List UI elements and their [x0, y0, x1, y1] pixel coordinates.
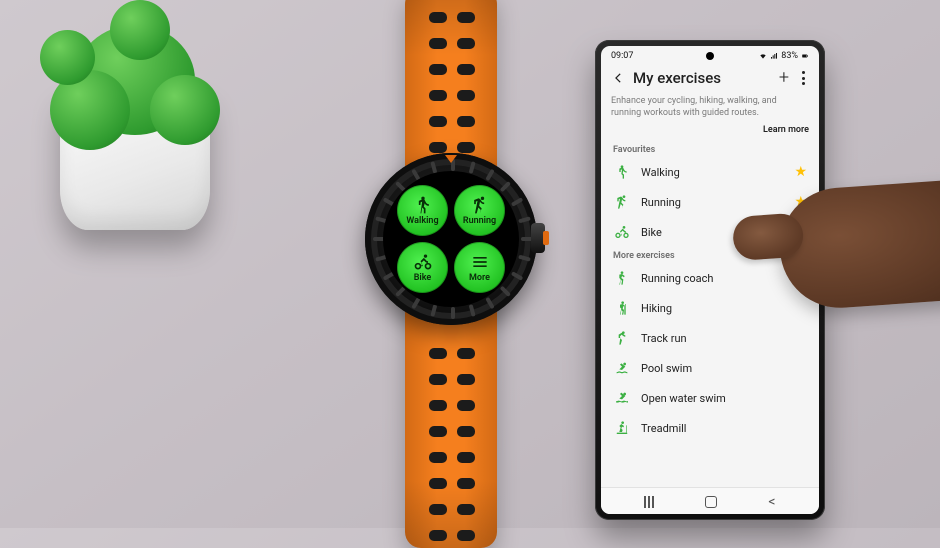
back-icon[interactable] — [611, 71, 625, 85]
exercise-row-treadmill[interactable]: Treadmill — [601, 413, 819, 443]
overflow-menu-icon[interactable] — [797, 71, 809, 85]
watch-body: Walking Running Bike More — [365, 153, 537, 325]
swim-icon — [613, 359, 631, 377]
exercise-label: Treadmill — [641, 422, 807, 435]
run-icon — [470, 195, 490, 215]
status-battery: 83% — [781, 51, 798, 61]
nav-home-button[interactable] — [705, 496, 717, 508]
watch-app-label: Walking — [406, 216, 438, 226]
exercise-label: Walking — [641, 166, 784, 179]
signal-icon — [770, 52, 778, 60]
exercise-label: Track run — [641, 332, 807, 345]
more-icon — [470, 252, 490, 272]
nav-recents-button[interactable] — [644, 496, 654, 508]
guided-routes-info: Enhance your cycling, hiking, walking, a… — [611, 95, 809, 119]
plant-pot — [60, 90, 210, 230]
exercise-label: Pool swim — [641, 362, 807, 375]
exercise-row-hiking[interactable]: Hiking — [601, 293, 819, 323]
app-bar: My exercises + — [601, 63, 819, 91]
wifi-icon — [759, 52, 767, 60]
nav-back-button[interactable]: < — [768, 494, 775, 510]
treadmill-icon — [613, 419, 631, 437]
coach-icon — [613, 269, 631, 287]
watch-app-label: Running — [463, 216, 496, 226]
exercise-row-walking[interactable]: Walking ★ — [601, 157, 819, 187]
run-icon — [613, 193, 631, 211]
hike-icon — [613, 299, 631, 317]
bezel-marker-icon — [445, 155, 457, 163]
android-nav-bar: < — [601, 487, 819, 514]
bike-icon — [613, 223, 631, 241]
more-exercises-list: Running coach Hiking Track run Pool swim Ope… — [601, 263, 819, 443]
smartwatch: Walking Running Bike More — [355, 0, 545, 548]
learn-more-link[interactable]: Learn more — [611, 125, 809, 135]
exercise-label: Hiking — [641, 302, 807, 315]
watch-app-bike[interactable]: Bike — [397, 242, 448, 293]
bike-icon — [413, 252, 433, 272]
exercise-row-open-water-swim[interactable]: Open water swim — [601, 383, 819, 413]
exercise-label: Open water swim — [641, 392, 807, 405]
phone-screen: 09:07 83% My exercises + Enhance your cy… — [601, 46, 819, 514]
exercise-row-track-run[interactable]: Track run — [601, 323, 819, 353]
walk-icon — [613, 163, 631, 181]
add-button[interactable]: + — [779, 69, 789, 87]
exercise-label: Running coach — [641, 272, 807, 285]
track-icon — [613, 329, 631, 347]
watch-app-walking[interactable]: Walking — [397, 185, 448, 236]
open-swim-icon — [613, 389, 631, 407]
walk-icon — [413, 195, 433, 215]
watch-face: Walking Running Bike More — [383, 171, 519, 307]
exercise-row-running[interactable]: Running★ — [601, 187, 819, 217]
watch-app-more[interactable]: More — [454, 242, 505, 293]
camera-punch-hole — [706, 52, 714, 60]
watch-app-label: More — [469, 273, 490, 283]
favourite-star-icon[interactable]: ★ — [794, 164, 807, 180]
battery-icon — [801, 52, 809, 60]
watch-crown[interactable] — [531, 223, 545, 253]
page-title: My exercises — [633, 69, 771, 87]
exercise-row-pool-swim[interactable]: Pool swim — [601, 353, 819, 383]
watch-app-label: Bike — [414, 273, 432, 283]
watch-app-running[interactable]: Running — [454, 185, 505, 236]
exercise-label: Running — [641, 196, 784, 209]
section-favourites: Favourites — [601, 141, 819, 157]
status-time: 09:07 — [611, 51, 633, 61]
